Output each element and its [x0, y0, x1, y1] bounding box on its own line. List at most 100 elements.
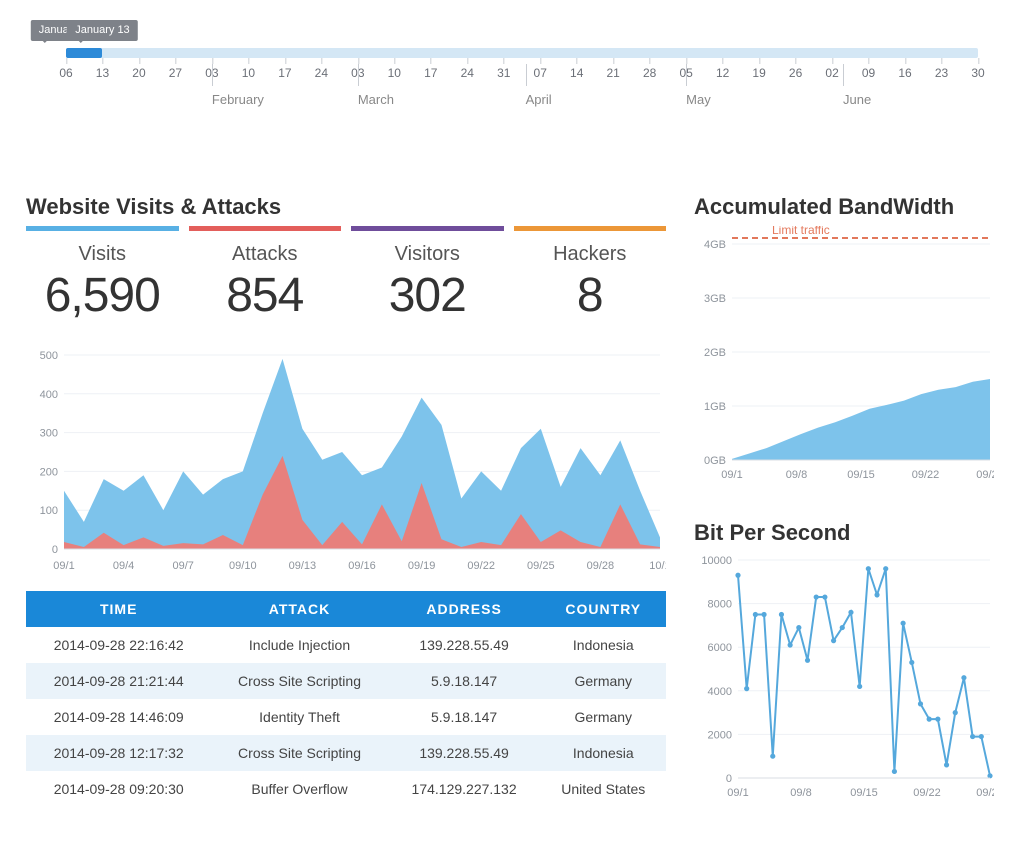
svg-text:09/22: 09/22 — [467, 560, 495, 572]
table-cell: Indonesia — [541, 627, 666, 663]
timeline-month-tick: April — [526, 92, 552, 107]
table-row: 2014-09-28 22:16:42Include Injection139.… — [26, 627, 666, 663]
svg-text:09/8: 09/8 — [790, 787, 811, 799]
stat-visitors: Visitors 302 — [351, 226, 504, 323]
table-cell: Indonesia — [541, 735, 666, 771]
svg-text:09/10: 09/10 — [229, 560, 257, 572]
table-cell: Germany — [541, 663, 666, 699]
table-cell: Germany — [541, 699, 666, 735]
attacks-table-head: TIMEATTACKADDRESSCOUNTRY — [26, 591, 666, 627]
svg-text:2GB: 2GB — [704, 347, 726, 359]
timeline-day-tick: 27 — [169, 66, 182, 80]
timeline-month-tick: June — [843, 92, 871, 107]
table-row: 2014-09-28 21:21:44Cross Site Scripting5… — [26, 663, 666, 699]
svg-text:6000: 6000 — [708, 642, 732, 654]
timeline-day-tick: 24 — [461, 66, 474, 80]
table-cell: 5.9.18.147 — [388, 663, 541, 699]
timeline-day-tick: 23 — [935, 66, 948, 80]
svg-text:09/29: 09/29 — [976, 787, 994, 799]
table-cell: 2014-09-28 14:46:09 — [26, 699, 211, 735]
attacks-table-header: ADDRESS — [388, 591, 541, 627]
attacks-table-header: ATTACK — [211, 591, 387, 627]
svg-text:09/1: 09/1 — [721, 469, 742, 481]
bandwidth-title: Accumulated BandWidth — [694, 194, 998, 220]
stat-visitors-value: 302 — [351, 268, 504, 323]
svg-text:200: 200 — [40, 466, 58, 478]
stats-row: Visits 6,590 Attacks 854 Visitors 302 Ha… — [26, 226, 666, 323]
svg-text:09/22: 09/22 — [913, 787, 941, 799]
stat-hackers: Hackers 8 — [514, 226, 667, 323]
svg-text:8000: 8000 — [708, 599, 732, 611]
stat-attacks-bar — [189, 226, 342, 231]
timeline-day-tick: 10 — [242, 66, 255, 80]
svg-text:09/22: 09/22 — [912, 469, 940, 481]
timeline-day-tick: 31 — [497, 66, 510, 80]
svg-text:09/13: 09/13 — [289, 560, 317, 572]
table-cell: Include Injection — [211, 627, 387, 663]
svg-text:09/15: 09/15 — [850, 787, 878, 799]
svg-text:Limit traffic: Limit traffic — [772, 226, 830, 237]
timeline-day-tick: 09 — [862, 66, 875, 80]
timeline-day-tick: 30 — [971, 66, 984, 80]
svg-text:09/8: 09/8 — [786, 469, 807, 481]
timeline[interactable]: January 06 January 13 061320270310172403… — [26, 20, 998, 120]
table-cell: 2014-09-28 12:17:32 — [26, 735, 211, 771]
svg-text:2000: 2000 — [708, 729, 732, 741]
attacks-table-header: TIME — [26, 591, 211, 627]
svg-text:10000: 10000 — [701, 555, 732, 567]
stat-visitors-label: Visitors — [351, 243, 504, 266]
table-cell: United States — [541, 771, 666, 807]
table-cell: Cross Site Scripting — [211, 663, 387, 699]
table-cell: Cross Site Scripting — [211, 735, 387, 771]
stat-attacks-value: 854 — [189, 268, 342, 323]
timeline-day-tick: 28 — [643, 66, 656, 80]
table-row: 2014-09-28 14:46:09Identity Theft5.9.18.… — [26, 699, 666, 735]
attacks-table: TIMEATTACKADDRESSCOUNTRY 2014-09-28 22:1… — [26, 591, 666, 807]
timeline-day-tick: 06 — [59, 66, 72, 80]
stat-visitors-bar — [351, 226, 504, 231]
table-cell: 139.228.55.49 — [388, 627, 541, 663]
timeline-day-tick: 13 — [96, 66, 109, 80]
svg-text:4GB: 4GB — [704, 239, 726, 251]
timeline-month-tick: March — [358, 92, 394, 107]
svg-text:09/15: 09/15 — [847, 469, 875, 481]
table-cell: 2014-09-28 22:16:42 — [26, 627, 211, 663]
timeline-handle-end[interactable]: January 13 — [67, 20, 137, 41]
timeline-selection[interactable] — [66, 48, 102, 58]
svg-text:500: 500 — [40, 350, 58, 362]
svg-text:09/4: 09/4 — [113, 560, 134, 572]
stat-hackers-label: Hackers — [514, 243, 667, 266]
table-cell: 139.228.55.49 — [388, 735, 541, 771]
timeline-handle-end-label: January 13 — [67, 20, 137, 41]
timeline-day-tick: 02 — [825, 66, 838, 80]
svg-text:09/7: 09/7 — [172, 560, 193, 572]
svg-text:09/29: 09/29 — [976, 469, 994, 481]
table-cell: 2014-09-28 09:20:30 — [26, 771, 211, 807]
svg-text:10/1: 10/1 — [649, 560, 666, 572]
svg-text:09/1: 09/1 — [727, 787, 748, 799]
svg-text:09/16: 09/16 — [348, 560, 376, 572]
svg-text:0: 0 — [52, 544, 58, 556]
timeline-month-tick: May — [686, 92, 711, 107]
attacks-table-header: COUNTRY — [541, 591, 666, 627]
timeline-day-tick: 20 — [132, 66, 145, 80]
svg-text:0: 0 — [726, 773, 732, 785]
timeline-track[interactable] — [66, 48, 978, 58]
visits-attacks-chart: 010020030040050009/109/409/709/1009/1309… — [26, 347, 666, 577]
svg-text:0GB: 0GB — [704, 455, 726, 467]
table-row: 2014-09-28 12:17:32Cross Site Scripting1… — [26, 735, 666, 771]
timeline-day-tick: 12 — [716, 66, 729, 80]
svg-text:300: 300 — [40, 428, 58, 440]
timeline-day-tick: 16 — [898, 66, 911, 80]
visits-attacks-svg: 010020030040050009/109/409/709/1009/1309… — [26, 347, 666, 577]
stat-hackers-value: 8 — [514, 268, 667, 323]
table-cell: 174.129.227.132 — [388, 771, 541, 807]
stat-hackers-bar — [514, 226, 667, 231]
svg-text:09/19: 09/19 — [408, 560, 436, 572]
svg-text:4000: 4000 — [708, 686, 732, 698]
timeline-day-tick: 21 — [607, 66, 620, 80]
table-cell: Buffer Overflow — [211, 771, 387, 807]
timeline-day-tick: 17 — [278, 66, 291, 80]
table-cell: 5.9.18.147 — [388, 699, 541, 735]
timeline-day-tick: 07 — [534, 66, 547, 80]
